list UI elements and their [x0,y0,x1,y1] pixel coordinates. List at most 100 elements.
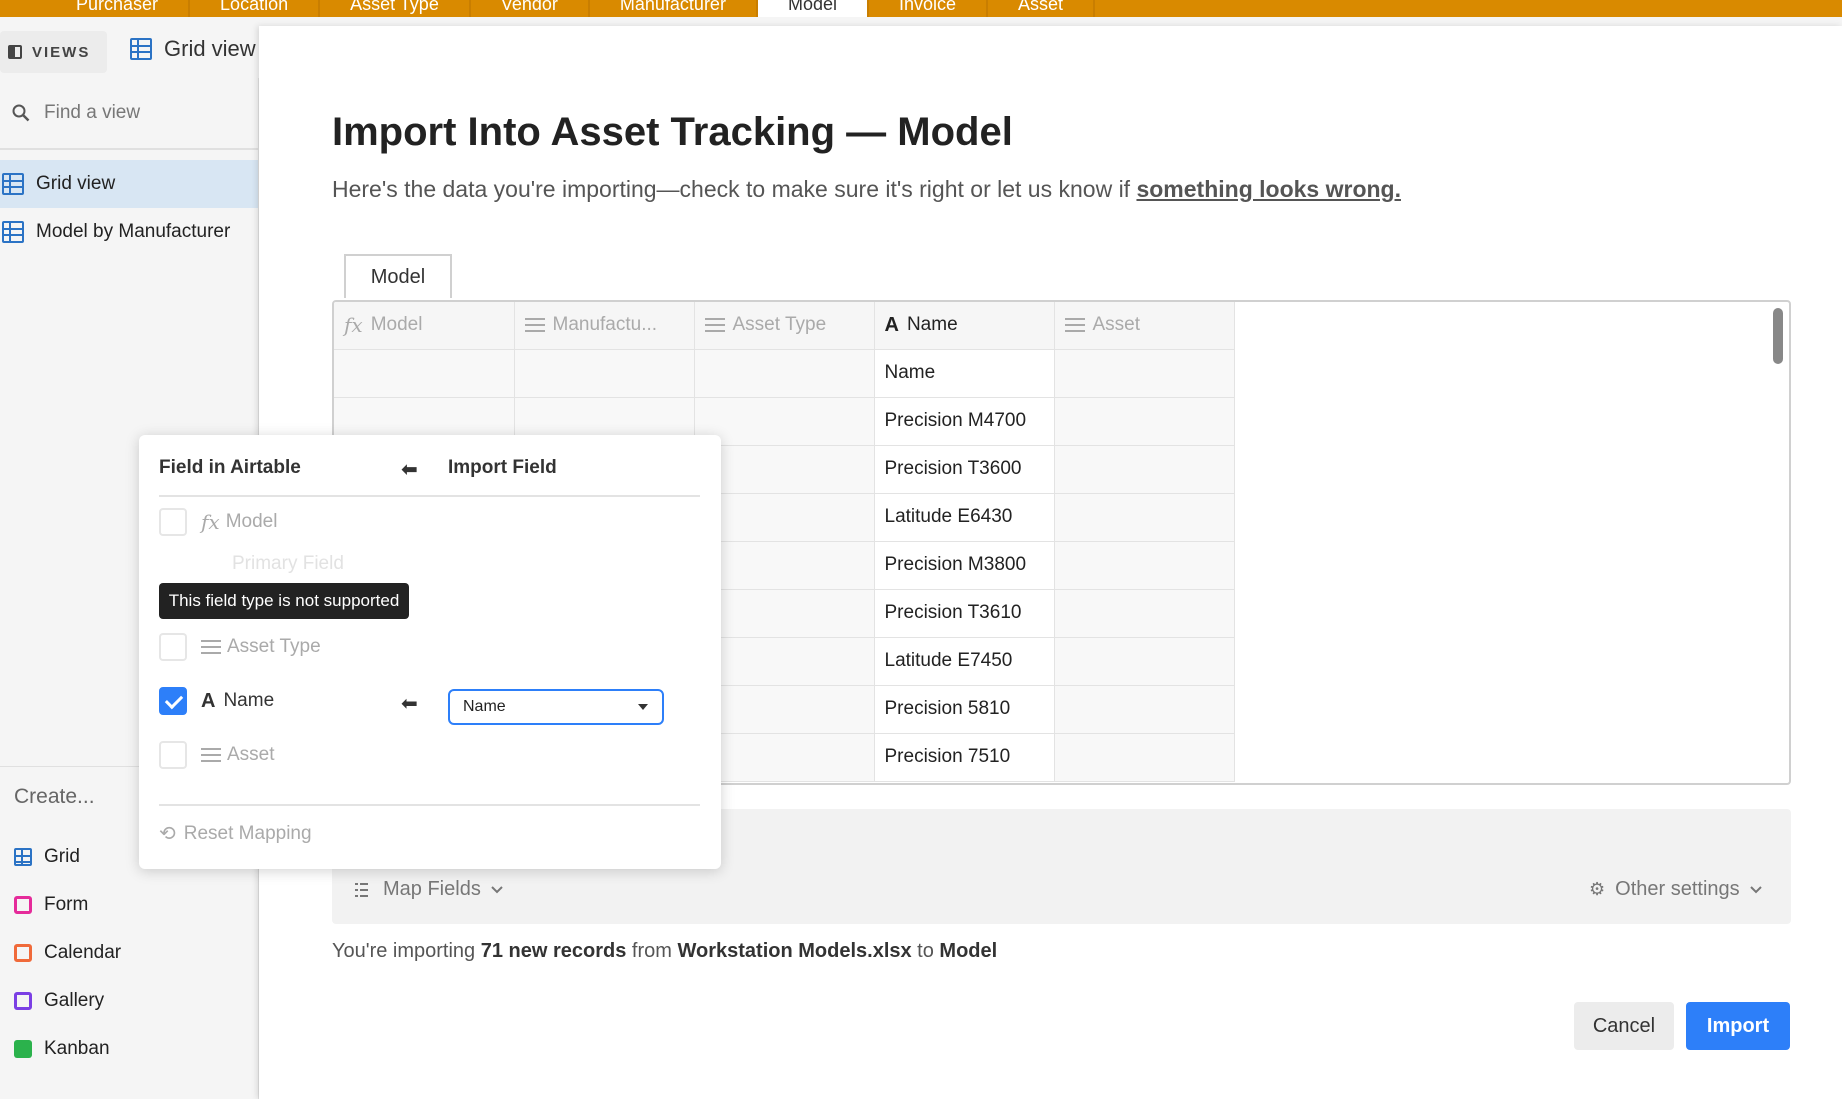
cell [1054,445,1235,494]
model-field-label: Model [225,511,278,532]
create-kanban[interactable]: Kanban [0,1025,259,1073]
cell [1054,349,1235,398]
tab-model[interactable]: Model [757,0,869,17]
mapping-row-asset-type: Asset Type [159,633,321,661]
summary-count: 71 new records [480,940,627,962]
reset-mapping-label: Reset Mapping [183,822,312,844]
arrow-left-icon: ⬅ [401,693,418,715]
tab-invoice[interactable]: Invoice [869,0,989,17]
create-calendar[interactable]: Calendar [0,929,259,977]
asset-checkbox[interactable] [159,741,187,769]
dialog-title: Import Into Asset Tracking — Model [332,110,1013,154]
cell [694,733,875,782]
name-checkbox[interactable] [159,687,187,715]
subtitle-text: Here's the data you're importing—check t… [332,176,1137,202]
import-button[interactable]: Import [1686,1002,1790,1050]
tab-asset[interactable]: Asset [988,0,1096,17]
sidebar-item-grid-view[interactable]: Grid view [0,160,258,208]
form-icon [14,896,32,914]
header-import-field: Import Field [448,457,557,478]
tab-manufacturer[interactable]: Manufacturer [590,0,758,17]
table-tab-bar: Purchaser Location Asset Type Vendor Man… [0,0,1842,17]
cell [694,541,875,590]
cell [1054,493,1235,542]
tab-vendor[interactable]: Vendor [471,0,590,17]
gear-icon: ⚙ [1589,879,1606,899]
column-label: Model [370,314,423,336]
mapping-row-asset: Asset [159,741,275,769]
views-toggle-label: VIEWS [32,43,91,61]
name-cell: Precision 5810 [874,685,1055,734]
gallery-icon [14,992,32,1010]
asset-type-field-label: Asset Type [227,636,321,657]
views-toggle-button[interactable]: VIEWS [0,31,107,73]
create-item-label: Kanban [44,1038,110,1059]
cell [1054,397,1235,446]
text-icon: A [201,689,216,712]
name-cell: Precision M4700 [874,397,1055,446]
sheet-tab-model[interactable]: Model [344,254,452,298]
cell [1054,589,1235,638]
reset-icon: ⟲ [159,823,176,845]
find-view-input[interactable]: Find a view [0,78,258,150]
something-looks-wrong-link[interactable]: something looks wrong. [1136,176,1401,202]
field-mapping-popover: Field in Airtable ⬅ Import Field fx Mode… [139,435,721,869]
tab-asset-type[interactable]: Asset Type [320,0,471,17]
cell [694,589,875,638]
name-cell: Latitude E7450 [874,637,1055,686]
create-form[interactable]: Form [0,881,259,929]
mapping-row-name: A Name [159,687,274,715]
kanban-icon [14,1040,32,1058]
create-item-label: Form [44,894,89,915]
create-gallery[interactable]: Gallery [0,977,259,1025]
model-checkbox[interactable] [159,508,187,536]
column-label: Manufactu... [552,314,658,336]
tab-purchaser[interactable]: Purchaser [46,0,191,17]
primary-field-label: Primary Field [232,553,344,574]
tab-location[interactable]: Location [190,0,321,17]
mapping-divider [159,804,700,806]
other-settings-label: Other settings [1615,878,1740,900]
summary-prefix: You're importing [332,940,481,962]
chevron-down-icon [1749,885,1762,893]
import-summary: You're importing 71 new records from Wor… [332,940,997,963]
grid-icon [2,173,24,195]
grid-icon [2,221,24,243]
cancel-button[interactable]: Cancel [1574,1002,1674,1050]
create-item-label: Grid [44,846,80,867]
column-header-manufacturer: Manufactu... [514,302,695,350]
name-cell: Latitude E6430 [874,493,1055,542]
mapping-row-model: fx Model [159,508,277,536]
header-field-in-airtable: Field in Airtable [159,457,301,478]
sidebar-item-model-by-manufacturer[interactable]: Model by Manufacturer [0,208,258,256]
mapping-header: Field in Airtable ⬅ Import Field [159,457,700,497]
grid-icon [130,38,152,60]
other-settings-button[interactable]: ⚙ Other settings [1589,878,1762,901]
view-list: Grid view Model by Manufacturer [0,150,258,256]
cell [694,445,875,494]
summary-from: from [626,940,678,962]
table-scrollbar[interactable] [1773,308,1783,364]
lines-icon [201,640,221,654]
asset-type-checkbox[interactable] [159,633,187,661]
create-item-label: Gallery [44,990,105,1011]
current-view[interactable]: Grid view [130,36,256,62]
view-item-label: Grid view [36,173,116,194]
reset-mapping-button[interactable]: ⟲ Reset Mapping [159,821,312,846]
map-fields-button[interactable]: Map Fields [355,878,503,901]
find-view-placeholder: Find a view [44,102,141,123]
grid-icon [14,848,32,866]
lines-icon [201,748,221,762]
map-fields-label: Map Fields [383,878,481,900]
import-field-select[interactable]: Name [448,689,664,725]
asset-field-label: Asset [227,744,275,765]
search-icon [12,104,30,122]
lines-icon [524,318,545,333]
cell [334,349,515,398]
cell [1054,685,1235,734]
cell [694,397,875,446]
table-row: Name [334,349,1235,398]
column-header-asset-type: Asset Type [694,302,875,350]
cell [1054,733,1235,782]
view-item-label: Model by Manufacturer [36,221,231,242]
